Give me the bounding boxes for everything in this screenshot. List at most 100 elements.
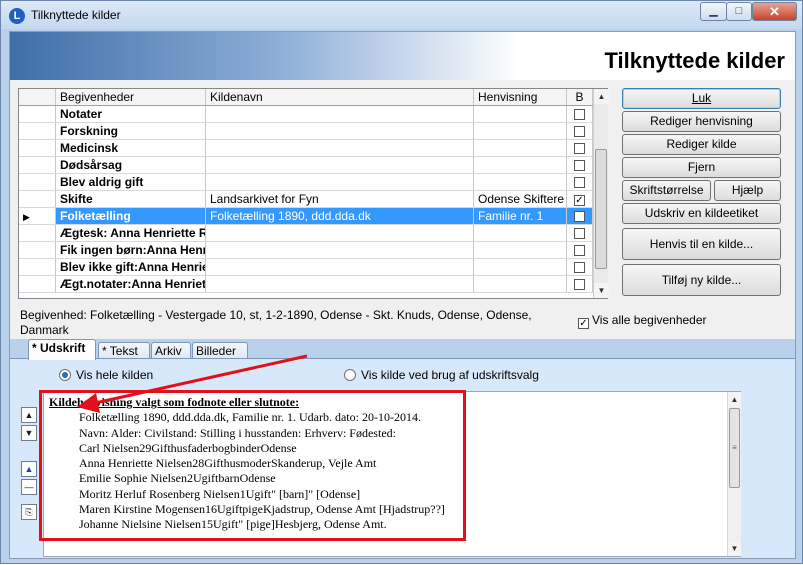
show-all-events[interactable]: ✓ Vis alle begivenheder <box>578 313 707 329</box>
row-checkbox[interactable] <box>574 228 585 239</box>
scroll-up-icon[interactable]: ▲ <box>594 89 609 104</box>
cell-reference[interactable]: Familie nr. 1 <box>474 208 567 224</box>
events-grid[interactable]: Begivenheder Kildenavn Henvisning B Nota… <box>18 88 609 299</box>
cell-source[interactable] <box>206 225 474 241</box>
text-scroll-up-icon[interactable]: ▲ <box>728 392 741 407</box>
radio-print-options-icon[interactable] <box>344 369 356 381</box>
cell-reference[interactable] <box>474 276 567 292</box>
cell-source[interactable] <box>206 140 474 156</box>
cell-reference[interactable] <box>474 157 567 173</box>
row-indicator[interactable] <box>19 157 56 173</box>
table-row[interactable]: ▶ Folketælling Folketælling 1890, ddd.dda.… <box>19 208 593 225</box>
move-down-icon[interactable]: ▼ <box>21 425 37 441</box>
cell-b[interactable] <box>567 276 593 292</box>
row-checkbox[interactable] <box>574 245 585 256</box>
cell-source[interactable]: Landsarkivet for Fyn <box>206 191 474 207</box>
cell-b[interactable] <box>567 225 593 241</box>
cell-event[interactable]: Ægtesk: Anna Henriette R <box>56 225 206 241</box>
cell-event[interactable]: Medicinsk <box>56 140 206 156</box>
tab-print[interactable]: * Udskrift <box>28 339 96 360</box>
grid-scrollbar[interactable]: ▲ ▼ <box>593 89 609 298</box>
table-row[interactable]: Dødsårsag <box>19 157 593 174</box>
cell-b[interactable] <box>567 208 593 224</box>
move-up-icon[interactable]: ▲ <box>21 407 37 423</box>
table-row[interactable]: Skifte Landsarkivet for Fyn Odense Skifter… <box>19 191 593 208</box>
edit-reference-button[interactable]: Rediger henvisning <box>622 111 781 132</box>
cell-event[interactable]: Notater <box>56 106 206 122</box>
cell-b[interactable] <box>567 259 593 275</box>
row-checkbox[interactable] <box>574 262 585 273</box>
row-checkbox[interactable] <box>574 126 585 137</box>
row-indicator[interactable] <box>19 259 56 275</box>
row-indicator[interactable] <box>19 123 56 139</box>
cell-b[interactable]: ✓ <box>567 191 593 207</box>
row-indicator[interactable] <box>19 140 56 156</box>
maximize-button[interactable]: □ <box>726 2 752 21</box>
textbox-scrollbar[interactable]: ▲ ≡ ▼ <box>727 392 741 556</box>
text-scroll-down-icon[interactable]: ▼ <box>728 541 741 556</box>
table-row[interactable]: Blev ikke gift:Anna Henriet <box>19 259 593 276</box>
text-scroll-thumb[interactable]: ≡ <box>729 408 740 488</box>
cell-event[interactable]: Dødsårsag <box>56 157 206 173</box>
cell-source[interactable]: Folketælling 1890, ddd.dda.dk <box>206 208 474 224</box>
line-icon[interactable]: — <box>21 479 37 495</box>
scroll-thumb[interactable] <box>595 149 607 269</box>
cell-b[interactable] <box>567 140 593 156</box>
cell-event[interactable]: Skifte <box>56 191 206 207</box>
row-indicator[interactable]: ▶ <box>19 208 56 224</box>
cell-source[interactable] <box>206 157 474 173</box>
add-source-button[interactable]: Tilføj ny kilde... <box>622 264 781 296</box>
cell-b[interactable] <box>567 106 593 122</box>
row-checkbox[interactable] <box>574 211 585 222</box>
cell-reference[interactable] <box>474 259 567 275</box>
cell-event[interactable]: Fik ingen børn:Anna Henri <box>56 242 206 258</box>
cell-reference[interactable] <box>474 140 567 156</box>
cell-event[interactable]: Blev ikke gift:Anna Henriet <box>56 259 206 275</box>
copy-icon[interactable]: ⎘ <box>21 504 37 520</box>
column-header-source[interactable]: Kildenavn <box>206 89 474 105</box>
row-indicator[interactable] <box>19 106 56 122</box>
row-indicator[interactable] <box>19 191 56 207</box>
table-row[interactable]: Blev aldrig gift <box>19 174 593 191</box>
cell-b[interactable] <box>567 157 593 173</box>
minimize-button[interactable]: ▁ <box>700 2 727 21</box>
row-checkbox[interactable] <box>574 160 585 171</box>
row-checkbox[interactable] <box>574 177 585 188</box>
title-bar[interactable]: L Tilknyttede kilder ▁ □ ✕ <box>1 1 802 29</box>
font-up-icon[interactable]: ▲ <box>21 461 37 477</box>
row-checkbox[interactable] <box>574 109 585 120</box>
refer-source-button[interactable]: Henvis til en kilde... <box>622 228 781 260</box>
font-size-button[interactable]: Skriftstørrelse <box>622 180 711 201</box>
table-row[interactable]: Ægtesk: Anna Henriette R <box>19 225 593 242</box>
row-checkbox[interactable] <box>574 279 585 290</box>
cell-reference[interactable] <box>474 242 567 258</box>
cell-source[interactable] <box>206 123 474 139</box>
row-indicator[interactable] <box>19 276 56 292</box>
show-all-checkbox[interactable]: ✓ <box>578 318 589 329</box>
cell-reference[interactable] <box>474 106 567 122</box>
cell-reference[interactable] <box>474 225 567 241</box>
scroll-down-icon[interactable]: ▼ <box>594 283 609 298</box>
edit-source-button[interactable]: Rediger kilde <box>622 134 781 155</box>
table-row[interactable]: Ægt.notater:Anna Henriett <box>19 276 593 293</box>
cell-reference[interactable] <box>474 174 567 190</box>
radio-whole-source[interactable]: Vis hele kilden <box>59 368 153 382</box>
column-header-b[interactable]: B <box>567 89 593 105</box>
cell-b[interactable] <box>567 174 593 190</box>
row-indicator[interactable] <box>19 225 56 241</box>
column-header-reference[interactable]: Henvisning <box>474 89 567 105</box>
row-checkbox[interactable]: ✓ <box>574 195 585 206</box>
close-button[interactable]: Luk <box>622 88 781 109</box>
cell-event[interactable]: Ægt.notater:Anna Henriett <box>56 276 206 292</box>
radio-whole-source-icon[interactable] <box>59 369 71 381</box>
cell-b[interactable] <box>567 242 593 258</box>
cell-b[interactable] <box>567 123 593 139</box>
cell-source[interactable] <box>206 276 474 292</box>
print-label-button[interactable]: Udskriv en kildeetiket <box>622 203 781 224</box>
close-window-button[interactable]: ✕ <box>752 2 797 21</box>
cell-event[interactable]: Forskning <box>56 123 206 139</box>
table-row[interactable]: Medicinsk <box>19 140 593 157</box>
column-header-events[interactable]: Begivenheder <box>56 89 206 105</box>
cell-event[interactable]: Blev aldrig gift <box>56 174 206 190</box>
cell-source[interactable] <box>206 174 474 190</box>
